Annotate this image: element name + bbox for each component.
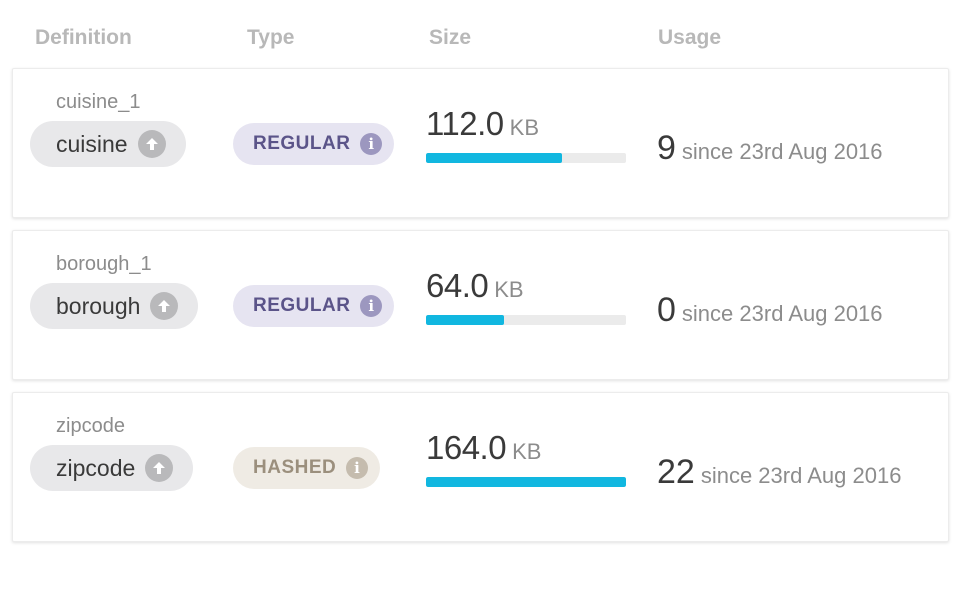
usage-since: since 23rd Aug 2016	[681, 139, 883, 164]
index-size-unit: KB	[512, 439, 542, 464]
definition-column-header[interactable]: Definition	[35, 26, 132, 50]
size-bar	[426, 315, 626, 325]
size-bar-fill	[426, 315, 504, 325]
index-type-badge: HASHED i	[233, 447, 381, 489]
arrow-up-circle-icon	[145, 454, 174, 482]
index-field-pill: zipcode	[30, 445, 194, 491]
index-field-pill: cuisine	[30, 121, 186, 167]
index-row: cuisine_1 cuisine REGULAR i 112.0 KB 9 sin…	[12, 68, 949, 218]
usage-column-header[interactable]: Usage	[658, 26, 721, 50]
size-column-header[interactable]: Size	[429, 26, 471, 50]
usage-since: since 23rd Aug 2016	[681, 301, 883, 326]
index-field-label: borough	[56, 292, 141, 319]
index-size-unit: KB	[509, 115, 539, 140]
info-icon[interactable]: i	[360, 133, 383, 155]
index-type-label: HASHED	[253, 457, 337, 478]
index-type-label: REGULAR	[253, 295, 351, 316]
arrow-up-circle-icon	[150, 292, 179, 320]
index-name: cuisine_1	[56, 91, 141, 113]
index-row: zipcode zipcode HASHED i 164.0 KB 22 since…	[12, 392, 949, 542]
info-icon[interactable]: i	[360, 295, 383, 317]
index-usage: 0 since 23rd Aug 2016	[657, 291, 883, 330]
index-name: zipcode	[56, 415, 125, 437]
index-type-badge: REGULAR i	[233, 285, 395, 327]
index-usage: 22 since 23rd Aug 2016	[657, 453, 901, 492]
index-size-value: 64.0	[426, 267, 489, 304]
size-bar	[426, 477, 626, 487]
index-type-label: REGULAR	[253, 133, 351, 154]
usage-count: 0	[657, 291, 676, 329]
size-bar-fill	[426, 153, 562, 163]
index-name: borough_1	[56, 253, 152, 275]
size-bar-fill	[426, 477, 626, 487]
index-size: 164.0 KB	[426, 429, 626, 487]
index-size-value: 112.0	[426, 105, 504, 142]
index-row: borough_1 borough REGULAR i 64.0 KB 0 sinc…	[12, 230, 949, 380]
usage-count: 9	[657, 129, 676, 167]
index-size-value: 164.0	[426, 429, 507, 466]
usage-since: since 23rd Aug 2016	[700, 463, 902, 488]
size-bar	[426, 153, 626, 163]
info-icon[interactable]: i	[346, 457, 369, 479]
table-header: Definition Type Size Usage	[0, 26, 960, 56]
index-field-label: zipcode	[56, 454, 136, 481]
type-column-header[interactable]: Type	[247, 26, 294, 50]
index-size-unit: KB	[494, 277, 524, 302]
usage-count: 22	[657, 453, 695, 491]
index-type-badge: REGULAR i	[233, 123, 395, 165]
index-size: 112.0 KB	[426, 105, 626, 163]
index-field-pill: borough	[30, 283, 199, 329]
arrow-up-circle-icon	[137, 130, 166, 158]
index-usage: 9 since 23rd Aug 2016	[657, 129, 883, 168]
index-size: 64.0 KB	[426, 267, 626, 325]
index-field-label: cuisine	[56, 130, 128, 157]
